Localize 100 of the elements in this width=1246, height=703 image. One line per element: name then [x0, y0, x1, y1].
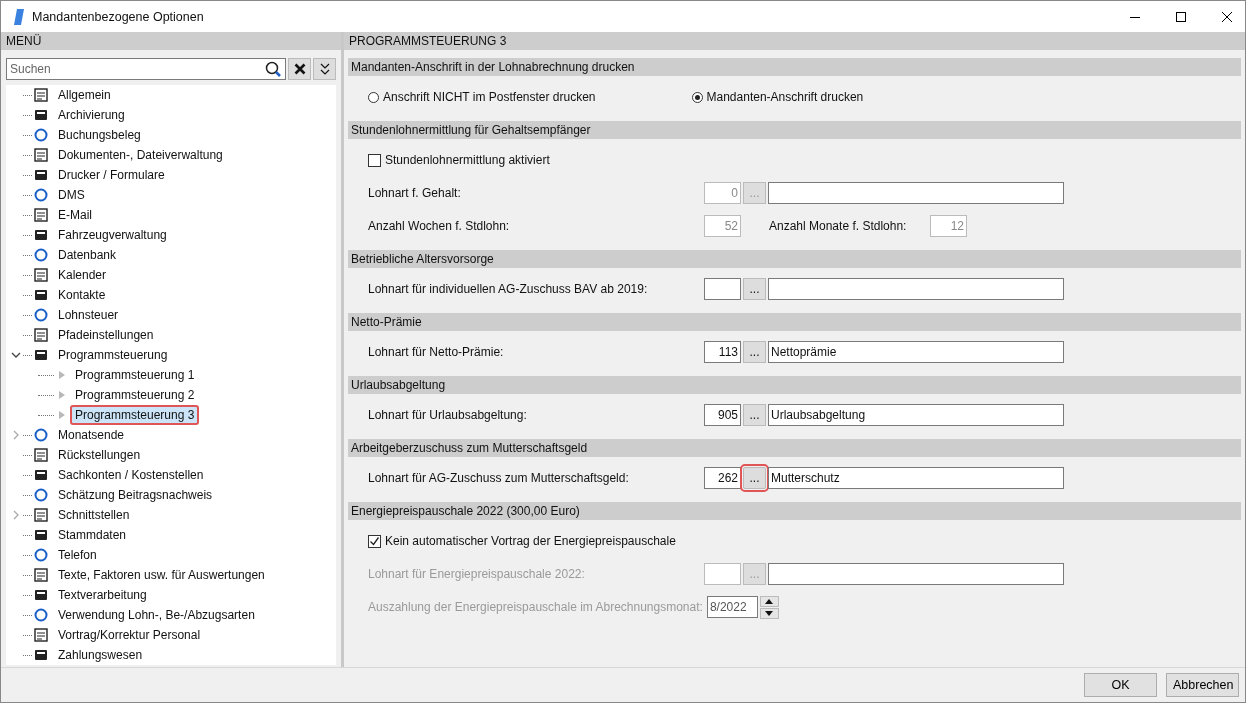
menu-item-icon — [33, 447, 49, 463]
browse-button[interactable]: ... — [743, 278, 766, 300]
menu-item[interactable]: Schnittstellen — [53, 505, 135, 525]
chevron-icon[interactable] — [11, 350, 21, 360]
menu-item[interactable]: Kalender — [53, 265, 112, 285]
menu-item-icon — [33, 227, 49, 243]
menu-item[interactable]: Pfadeinstellungen — [53, 325, 159, 345]
menu-item[interactable]: Textverarbeitung — [53, 585, 152, 605]
radio-option[interactable]: Mandanten-Anschrift drucken — [691, 90, 864, 104]
browse-button[interactable]: ... — [743, 404, 766, 426]
menu-item-icon — [33, 207, 49, 223]
field-label: Lohnart für Urlaubsabgeltung: — [368, 408, 528, 422]
section-header: Mandanten-Anschrift in der Lohnabrechnung drucken — [348, 58, 1241, 76]
window-title: Mandantenbezogene Optionen — [32, 9, 204, 24]
menu-item[interactable]: Monatsende — [53, 425, 130, 445]
menu-item[interactable]: Texte, Faktoren usw. für Auswertungen — [53, 565, 270, 585]
content-header: PROGRAMMSTEUERUNG 3 — [344, 32, 1245, 50]
code-field[interactable]: 113 — [704, 341, 741, 363]
checkbox[interactable] — [368, 153, 381, 167]
menu-item-icon — [33, 307, 49, 323]
menu-item[interactable]: Kontakte — [53, 285, 111, 305]
radio-option[interactable]: Anschrift NICHT im Postfenster drucken — [368, 90, 596, 104]
menu-item[interactable]: Programmsteuerung 2 — [70, 385, 200, 405]
checkbox[interactable] — [368, 534, 381, 548]
menu-item[interactable]: Allgemein — [53, 85, 116, 105]
menu-item[interactable]: Telefon — [53, 545, 102, 565]
menu-item-icon — [33, 127, 49, 143]
menu-item-icon — [33, 327, 49, 343]
menu-item[interactable]: Drucker / Formulare — [53, 165, 170, 185]
menu-item[interactable]: Zahlungswesen — [53, 645, 148, 665]
menu-item[interactable]: Programmsteuerung 1 — [70, 365, 200, 385]
field-label: Anzahl Wochen f. Stdlohn: — [368, 219, 511, 233]
menu-item[interactable]: Datenbank — [53, 245, 122, 265]
section-header: Energiepreispauschale 2022 (300,00 Euro) — [348, 502, 1241, 520]
menu-item[interactable]: Rückstellungen — [53, 445, 146, 465]
checkbox-label: Stundenlohnermittlung aktiviert — [385, 153, 550, 167]
section-header: Betriebliche Altersvorsorge — [348, 250, 1241, 268]
checkbox-label: Kein automatischer Vortrag der Energiepreispauschale — [385, 534, 676, 548]
dialog-button[interactable]: OK — [1084, 673, 1157, 697]
spin-down-button[interactable] — [759, 607, 779, 619]
name-field[interactable]: Mutterschutz — [768, 467, 1064, 489]
menu-item[interactable]: DMS — [53, 185, 90, 205]
menu-item[interactable]: Fahrzeugverwaltung — [53, 225, 172, 245]
section-header: Arbeitgeberzuschuss zum Mutterschaftsgeld — [348, 439, 1241, 457]
up-arrow-icon — [765, 598, 774, 604]
field-label: Lohnart für Netto-Prämie: — [368, 345, 505, 359]
search-field[interactable]: Suchen — [10, 62, 265, 76]
search-box[interactable]: Suchen — [6, 58, 286, 80]
name-field[interactable] — [768, 182, 1064, 204]
menu-item[interactable]: Vortrag/Korrektur Personal — [53, 625, 206, 645]
menu-item-icon — [33, 247, 49, 263]
menu-item[interactable]: Programmsteuerung — [53, 345, 173, 365]
menu-item[interactable]: Lohnsteuer — [53, 305, 124, 325]
menu-item-icon — [33, 587, 49, 603]
code-field[interactable]: 905 — [704, 404, 741, 426]
menu-item-icon — [33, 467, 49, 483]
browse-button[interactable]: ... — [743, 341, 766, 363]
browse-button[interactable]: ... — [743, 467, 766, 489]
code-field[interactable] — [704, 278, 741, 300]
name-field[interactable] — [768, 563, 1064, 585]
menu-item[interactable]: Stammdaten — [53, 525, 132, 545]
menu-item-icon — [33, 427, 49, 443]
field-label: Lohnart für Energiepreispauschale 2022: — [368, 567, 586, 581]
dialog-button[interactable]: Abbrechen — [1166, 673, 1239, 697]
section-header: Netto-Prämie — [348, 313, 1241, 331]
menu-item[interactable]: Schätzung Beitragsnachweis — [53, 485, 218, 505]
menu-header: MENÜ — [1, 32, 341, 50]
name-field[interactable]: Urlaubsabgeltung — [768, 404, 1064, 426]
menu-item-icon — [33, 167, 49, 183]
close-icon — [293, 63, 306, 75]
name-field[interactable]: Nettoprämie — [768, 341, 1064, 363]
field-label: Lohnart für individuellen AG-Zuschuss BAV ab 2019: — [368, 282, 649, 296]
menu-item[interactable]: E-Mail — [53, 205, 97, 225]
clear-button[interactable] — [288, 58, 311, 80]
menu-item[interactable]: Verwendung Lohn-, Be-/Abzugsarten — [53, 605, 260, 625]
field-label: Anzahl Monate f. Stdlohn: — [769, 219, 908, 233]
menu-item-icon — [33, 567, 49, 583]
menu-item-icon — [33, 507, 49, 523]
menu-item-icon — [33, 487, 49, 503]
radio-button[interactable] — [691, 91, 703, 103]
app-logo-icon — [13, 7, 25, 26]
name-field[interactable] — [768, 278, 1064, 300]
code-field[interactable]: 262 — [704, 467, 741, 489]
maximize-icon[interactable] — [1175, 10, 1187, 23]
expand-all-button[interactable] — [313, 58, 336, 80]
section-header: Stundenlohnermittlung für Gehaltsempfänger — [348, 121, 1241, 139]
menu-item[interactable]: Buchungsbeleg — [53, 125, 146, 145]
down-arrow-icon — [765, 610, 774, 616]
close-icon[interactable] — [1221, 10, 1233, 23]
spin-up-button[interactable] — [759, 595, 779, 607]
month-field[interactable]: 8/2022 — [706, 596, 758, 618]
menu-item[interactable]: Sachkonten / Kostenstellen — [53, 465, 209, 485]
menu-item-icon — [33, 607, 49, 623]
menu-item[interactable]: Archivierung — [53, 105, 130, 125]
search-icon — [265, 61, 283, 77]
menu-item[interactable]: Dokumenten-, Dateiverwaltung — [53, 145, 228, 165]
menu-item[interactable]: Programmsteuerung 3 — [70, 405, 200, 425]
section-header: Urlaubsabgeltung — [348, 376, 1241, 394]
radio-button[interactable] — [368, 91, 379, 103]
menu-item-icon — [33, 627, 49, 643]
